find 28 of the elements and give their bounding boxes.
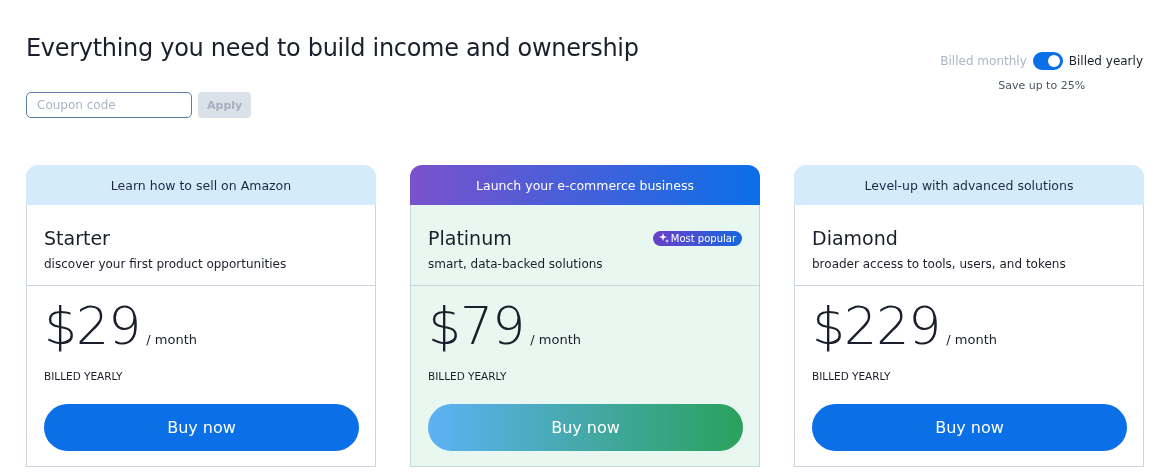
plan-name: Starter [44,227,110,249]
plan-description: smart, data-backed solutions [428,257,604,271]
plan-banner: Learn how to sell on Amazon [26,165,376,205]
buy-now-button[interactable]: Buy now [44,404,359,451]
sparkle-icon [658,233,669,243]
plan-description: broader access to tools, users, and tokens [812,257,1067,271]
price-period: / month [946,332,998,347]
buy-now-button[interactable]: Buy now [812,404,1127,451]
billing-label: BILLED YEARLY [812,370,892,382]
savings-note: Save up to 25% [998,79,1086,92]
popular-badge: Most popular [652,230,742,246]
billing-toggle[interactable] [1032,52,1063,70]
plan-name: Platinum [428,227,512,249]
billed-monthly-label: Billed monthly [940,54,1027,68]
plan-banner: Level-up with advanced solutions [794,165,1144,205]
plan-price: $29 [44,296,141,356]
plan-name: Diamond [812,227,898,249]
billed-yearly-label: Billed yearly [1068,54,1143,68]
billing-label: BILLED YEARLY [428,370,508,382]
billing-label: BILLED YEARLY [44,370,124,382]
price-period: / month [146,332,197,347]
plan-banner: Launch your e-commerce business [410,165,760,205]
page-title: Everything you need to build income and ownership [26,33,639,64]
plan-price: $229 [812,296,941,356]
price-period: / month [530,332,581,347]
buy-now-button[interactable]: Buy now [428,404,743,451]
plan-price: $79 [428,296,525,356]
plan-description: discover your first product opportunities [44,257,288,271]
